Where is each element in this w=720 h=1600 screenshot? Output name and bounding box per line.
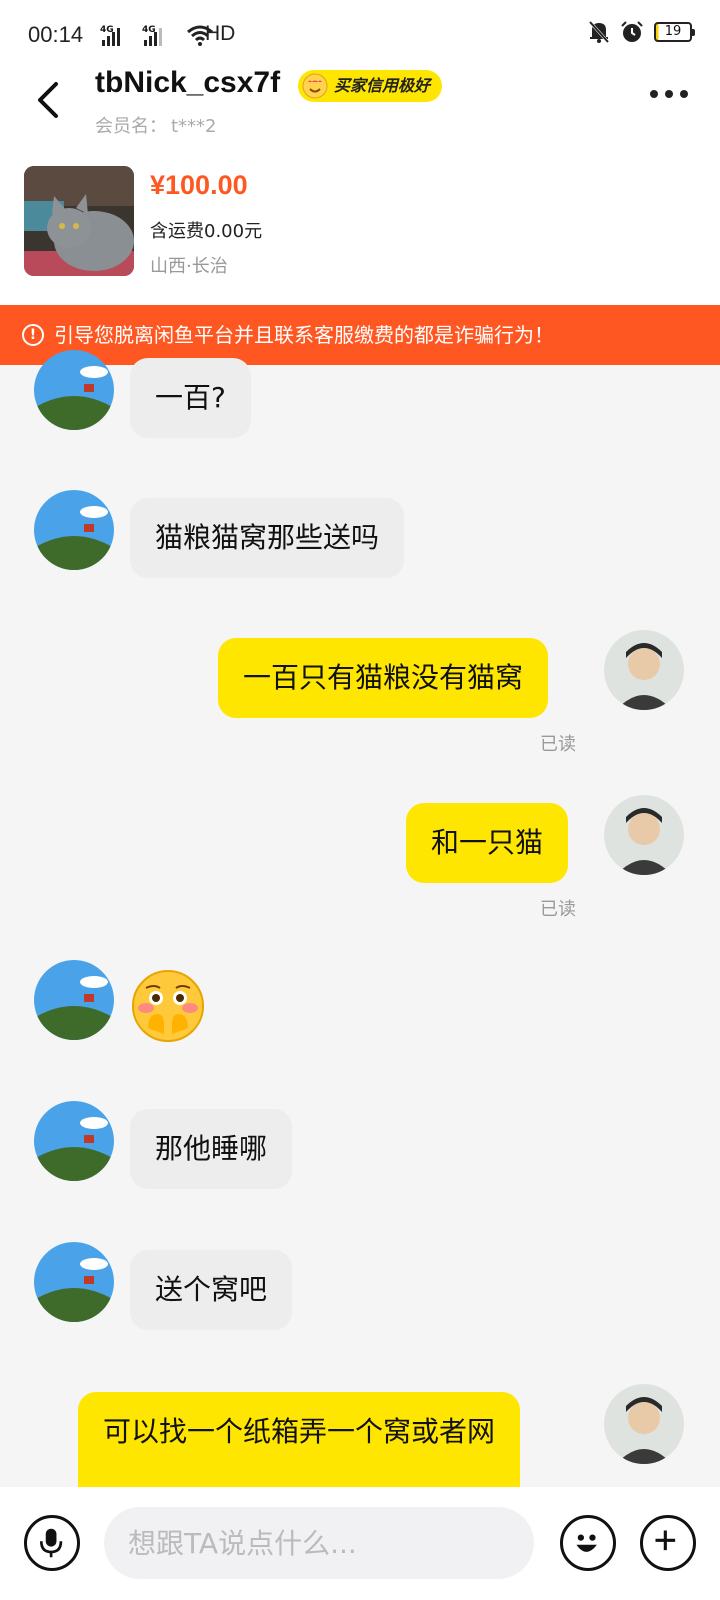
read-status: 已读	[540, 899, 576, 920]
plus-icon[interactable]	[640, 1515, 696, 1571]
signal-icon-sim2: 4G	[142, 25, 162, 46]
flushed-face-emoji-icon[interactable]	[130, 968, 206, 1044]
avatar-other[interactable]	[34, 350, 114, 430]
dot-icon	[680, 90, 688, 98]
message-bubble[interactable]: 那他睡哪	[130, 1109, 293, 1189]
avatar-other[interactable]	[34, 490, 114, 570]
credit-badge-label: 买家信用极好	[334, 76, 431, 95]
signal-indicators: 4G 4G	[100, 24, 214, 46]
message-bubble[interactable]: 猫粮猫窝那些送吗	[130, 498, 405, 578]
member-label: 会员名：	[95, 116, 167, 137]
dot-icon	[665, 90, 673, 98]
message-bubble-self[interactable]: 和一只猫	[406, 803, 569, 883]
member-info: 会员名： t***2	[95, 112, 221, 138]
product-price: ¥100.00	[150, 170, 248, 200]
emoji-picker-icon[interactable]	[560, 1515, 616, 1571]
sim1-label: 4G	[100, 25, 114, 35]
message-bubble[interactable]: 送个窝吧	[130, 1250, 293, 1330]
signal-icon-sim1: 4G	[100, 25, 120, 46]
status-time: 00:14	[28, 22, 84, 47]
mute-bell-icon	[588, 20, 610, 44]
avatar-self[interactable]	[604, 1384, 684, 1464]
microphone-icon[interactable]	[24, 1515, 80, 1571]
sim2-label: 4G	[142, 25, 156, 35]
read-status: 已读	[540, 734, 576, 755]
back-icon[interactable]	[30, 80, 70, 120]
more-options-button[interactable]	[650, 90, 688, 98]
credit-badge[interactable]: 买家信用极好	[298, 70, 443, 102]
status-bar: 00:14 4G 4G HD 19	[0, 0, 720, 70]
dot-icon	[650, 90, 658, 98]
avatar-other[interactable]	[34, 1242, 114, 1322]
alarm-icon	[621, 21, 643, 42]
product-image[interactable]	[24, 166, 134, 276]
avatar-self[interactable]	[604, 795, 684, 875]
fraud-warning-banner: ! 引导您脱离闲鱼平台并且联系客服缴费的都是诈骗行为！	[0, 305, 720, 365]
nickname: tbNick_csx7f	[95, 66, 281, 99]
message-input[interactable]	[104, 1507, 534, 1579]
message-bubble-self[interactable]: 一百只有猫粮没有猫窝	[218, 638, 549, 718]
avatar-other[interactable]	[34, 1101, 114, 1181]
avatar-self[interactable]	[604, 630, 684, 710]
message-bubble[interactable]: 一百?	[130, 358, 251, 438]
input-bar	[0, 1487, 720, 1600]
exclamation-icon: !	[22, 324, 44, 346]
member-name: t***2	[171, 116, 217, 137]
hd-indicator: HD	[205, 22, 236, 45]
avatar-other[interactable]	[34, 960, 114, 1040]
shipping-info: 含运费0.00元	[150, 221, 263, 242]
heart-eyes-icon	[302, 73, 328, 99]
status-right: 19	[588, 20, 695, 44]
product-location: 山西·长治	[150, 256, 228, 277]
battery-icon: 19	[654, 22, 695, 42]
message-bubble-self[interactable]: 可以找一个纸箱弄一个窝或者网	[78, 1392, 521, 1492]
warning-text: 引导您脱离闲鱼平台并且联系客服缴费的都是诈骗行为！	[54, 323, 554, 347]
